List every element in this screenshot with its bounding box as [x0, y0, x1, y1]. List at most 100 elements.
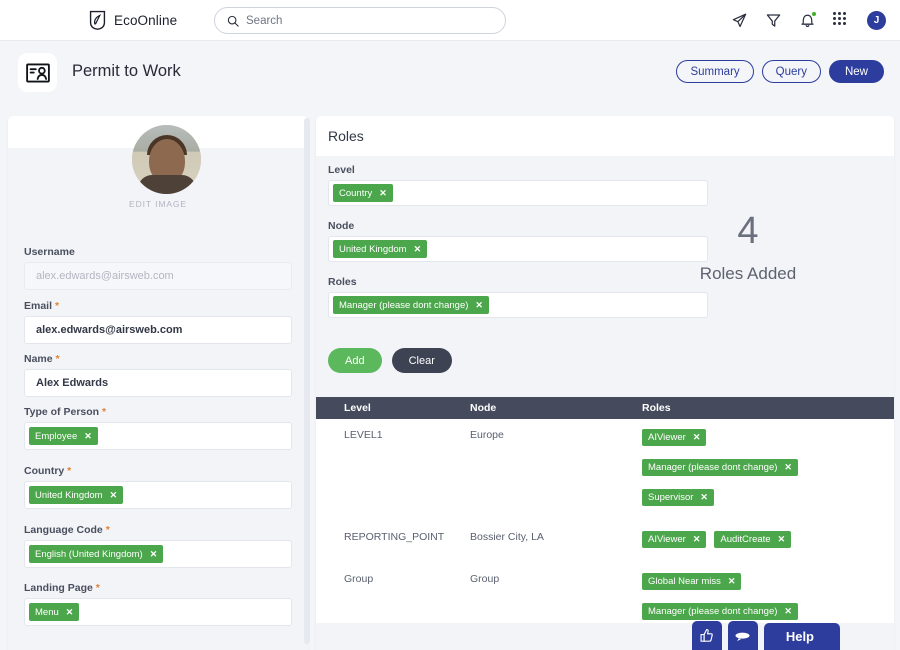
id-badge-icon — [26, 63, 50, 83]
field-name: Name * Alex Edwards — [24, 353, 292, 397]
roles-table-header: Level Node Roles — [316, 397, 894, 419]
chip-role[interactable]: Supervisor✕ — [642, 489, 714, 506]
column-header-roles: Roles — [642, 402, 894, 414]
page-header: Permit to Work Summary Query New — [0, 41, 900, 105]
user-avatar[interactable]: J — [867, 11, 886, 30]
chip-remove-icon[interactable]: ✕ — [778, 535, 786, 544]
table-row[interactable]: LEVEL1 Europe AIViewer✕ Manager (please … — [316, 419, 894, 521]
language-code-input[interactable]: English (United Kingdom)✕ — [24, 540, 292, 568]
chip-node[interactable]: United Kingdom✕ — [333, 240, 427, 258]
field-type-of-person: Type of Person * Employee✕ — [24, 406, 292, 450]
new-button[interactable]: New — [829, 60, 884, 83]
cell-roles: AIViewer✕ Manager (please dont change)✕ … — [642, 429, 894, 521]
chip-role[interactable]: AIViewer✕ — [642, 429, 706, 446]
landing-page-input[interactable]: Menu✕ — [24, 598, 292, 626]
roles-label: Roles — [328, 276, 708, 288]
filter-funnel-icon[interactable] — [765, 12, 782, 29]
table-row[interactable]: REPORTING_POINT Bossier City, LA AIViewe… — [316, 521, 894, 563]
chip-level[interactable]: Country✕ — [333, 184, 393, 202]
field-label-landing-page: Landing Page * — [24, 582, 292, 594]
cell-level: LEVEL1 — [316, 429, 470, 521]
left-panel-scrollbar[interactable] — [304, 118, 310, 644]
cell-node: Group — [470, 573, 642, 623]
table-row[interactable]: Group Group Global Near miss✕ Manager (p… — [316, 563, 894, 623]
summary-button[interactable]: Summary — [676, 60, 753, 83]
chip-remove-icon[interactable]: ✕ — [728, 577, 736, 586]
chat-bubble-button[interactable] — [728, 621, 758, 650]
username-input[interactable]: alex.edwards@airsweb.com — [24, 262, 292, 290]
cell-node: Bossier City, LA — [470, 531, 642, 563]
chat-bubble-icon — [734, 630, 751, 642]
query-button[interactable]: Query — [762, 60, 821, 83]
cell-roles: Global Near miss✕ Manager (please dont c… — [642, 573, 894, 623]
chip-role[interactable]: Manager (please dont change)✕ — [642, 459, 798, 476]
page-title: Permit to Work — [72, 62, 181, 81]
search-bar[interactable]: Search — [214, 7, 506, 34]
help-widget: Help — [692, 621, 840, 650]
chip-remove-icon[interactable]: ✕ — [693, 433, 701, 442]
top-navigation-bar: EcoOnline Search — [0, 0, 900, 41]
clear-button[interactable]: Clear — [392, 348, 452, 373]
field-label-username: Username — [24, 246, 292, 258]
chip-roles[interactable]: Manager (please dont change)✕ — [333, 296, 489, 314]
cell-level: REPORTING_POINT — [316, 531, 470, 563]
roles-panel-title: Roles — [328, 128, 364, 144]
add-button[interactable]: Add — [328, 348, 382, 373]
chip-remove-icon[interactable]: ✕ — [784, 463, 792, 472]
notification-bell-icon[interactable] — [799, 12, 816, 29]
roles-panel: Roles Level Country✕ Node United Kingdom… — [316, 116, 894, 650]
type-of-person-input[interactable]: Employee✕ — [24, 422, 292, 450]
field-label-name: Name * — [24, 353, 292, 365]
field-label-country: Country * — [24, 465, 292, 477]
roles-counter-label: Roles Added — [658, 264, 838, 284]
feedback-thumbs-up-button[interactable] — [692, 621, 722, 650]
chip-remove-icon[interactable]: ✕ — [84, 432, 92, 441]
field-label-language-code: Language Code * — [24, 524, 292, 536]
chip-role[interactable]: Global Near miss✕ — [642, 573, 741, 590]
level-select[interactable]: Country✕ — [328, 180, 708, 206]
thumbs-up-icon — [699, 628, 714, 643]
column-header-level: Level — [316, 402, 470, 414]
chip-role[interactable]: Manager (please dont change)✕ — [642, 603, 798, 620]
eco-leaf-logo-icon — [88, 10, 107, 30]
roles-counter: 4 Roles Added — [658, 212, 838, 284]
roles-select[interactable]: Manager (please dont change)✕ — [328, 292, 708, 318]
email-input[interactable]: alex.edwards@airsweb.com — [24, 316, 292, 344]
chip-role[interactable]: AIViewer✕ — [642, 531, 706, 548]
chip-remove-icon[interactable]: ✕ — [379, 189, 387, 198]
brand-name: EcoOnline — [114, 13, 177, 28]
top-icon-group: J — [731, 0, 886, 41]
chip-landing-page[interactable]: Menu✕ — [29, 603, 79, 621]
country-input[interactable]: United Kingdom✕ — [24, 481, 292, 509]
column-header-node: Node — [470, 402, 642, 414]
search-input[interactable]: Search — [246, 15, 282, 27]
help-button[interactable]: Help — [764, 623, 840, 650]
edit-image-label[interactable]: EDIT IMAGE — [8, 199, 308, 209]
field-country: Country * United Kingdom✕ — [24, 465, 292, 509]
chip-role[interactable]: AuditCreate✕ — [714, 531, 791, 548]
roles-counter-number: 4 — [658, 212, 838, 250]
chip-remove-icon[interactable]: ✕ — [110, 491, 118, 500]
apps-grid-icon[interactable] — [833, 12, 850, 29]
cell-roles: AIViewer✕ AuditCreate✕ — [642, 531, 894, 563]
profile-avatar-image[interactable] — [132, 125, 201, 194]
chip-remove-icon[interactable]: ✕ — [150, 550, 158, 559]
name-input[interactable]: Alex Edwards — [24, 369, 292, 397]
chip-remove-icon[interactable]: ✕ — [66, 608, 74, 617]
brand-logo[interactable]: EcoOnline — [88, 10, 177, 30]
chip-remove-icon[interactable]: ✕ — [700, 493, 708, 502]
chip-remove-icon[interactable]: ✕ — [414, 245, 422, 254]
chip-remove-icon[interactable]: ✕ — [475, 301, 483, 310]
search-icon — [227, 15, 239, 27]
notification-badge-dot — [811, 11, 817, 17]
chip-language-code[interactable]: English (United Kingdom)✕ — [29, 545, 163, 563]
send-paper-plane-icon[interactable] — [731, 12, 748, 29]
chip-type-of-person[interactable]: Employee✕ — [29, 427, 98, 445]
chip-country[interactable]: United Kingdom✕ — [29, 486, 123, 504]
chip-remove-icon[interactable]: ✕ — [784, 607, 792, 616]
roles-panel-header: Roles — [316, 116, 894, 156]
node-select[interactable]: United Kingdom✕ — [328, 236, 708, 262]
level-label: Level — [328, 164, 708, 176]
chip-remove-icon[interactable]: ✕ — [693, 535, 701, 544]
roles-form: Level Country✕ Node United Kingdom✕ Role… — [328, 164, 708, 332]
